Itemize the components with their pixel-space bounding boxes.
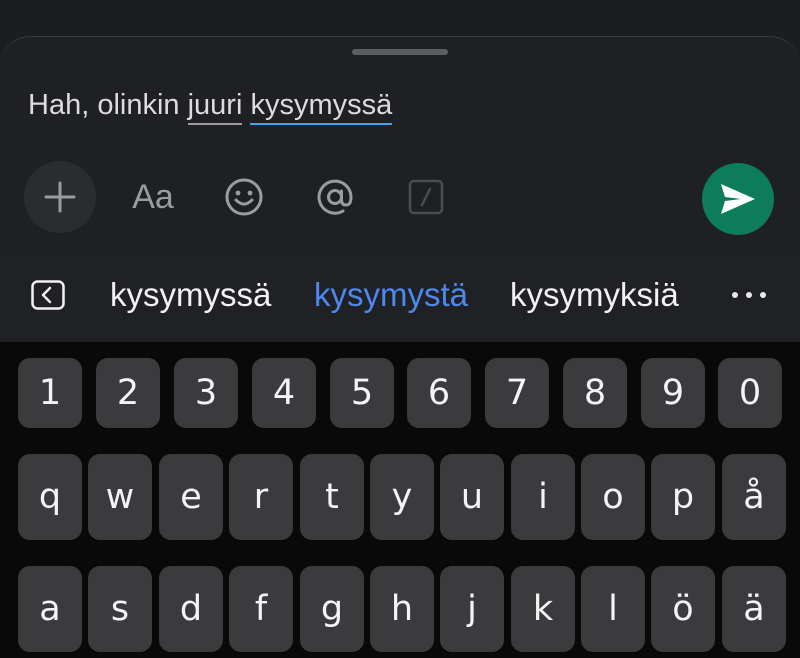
key-h[interactable]: h [370,566,434,652]
key-w[interactable]: w [88,454,152,540]
key-7[interactable]: 7 [485,358,549,428]
mention-button[interactable] [312,175,358,219]
smiley-icon [225,178,263,216]
at-icon [317,179,353,215]
drag-handle[interactable] [352,49,448,55]
key-2[interactable]: 2 [96,358,160,428]
key-u[interactable]: u [440,454,504,540]
message-input[interactable]: Hah, olinkin juuri kysymyssä [28,89,393,125]
key-e[interactable]: e [159,454,223,540]
key-8[interactable]: 8 [563,358,627,428]
key-3[interactable]: 3 [174,358,238,428]
emoji-button[interactable] [222,175,266,219]
key-s[interactable]: s [88,566,152,652]
composer-toolbar: Aa [0,161,800,237]
key-j[interactable]: j [440,566,504,652]
message-composer: Hah, olinkin juuri kysymyssä Aa [0,36,800,250]
send-arrow-icon [721,184,755,214]
more-suggestions-button[interactable] [732,280,772,310]
key-l[interactable]: l [581,566,645,652]
key-t[interactable]: t [300,454,364,540]
key-4[interactable]: 4 [252,358,316,428]
message-word: olinkin [97,89,180,121]
key-r[interactable]: r [229,454,293,540]
message-word-composing: kysymyssä [250,89,393,125]
key-f[interactable]: f [229,566,293,652]
key-0[interactable]: 0 [718,358,782,428]
key-g[interactable]: g [300,566,364,652]
format-label: Aa [132,177,174,216]
message-word-underlined: juuri [187,89,243,125]
slash-command-button[interactable] [408,179,444,215]
key-k[interactable]: k [511,566,575,652]
format-text-button[interactable]: Aa [128,175,178,219]
key-a-ring[interactable]: å [722,454,786,540]
more-dots-icon [732,292,766,298]
suggestion-bar: kysymyssä kysymystä kysymyksiä [0,250,800,342]
key-q[interactable]: q [18,454,82,540]
add-attachment-button[interactable] [24,161,96,233]
key-5[interactable]: 5 [330,358,394,428]
key-6[interactable]: 6 [407,358,471,428]
key-p[interactable]: p [651,454,715,540]
key-i[interactable]: i [511,454,575,540]
key-d[interactable]: d [159,566,223,652]
chevron-left-icon [31,280,65,310]
suggestion-item[interactable]: kysymyssä [110,276,271,314]
send-button[interactable] [702,163,774,235]
slash-command-icon [408,179,444,215]
suggestion-item-highlighted[interactable]: kysymystä [314,276,468,314]
message-word: Hah, [28,89,90,121]
key-a-umlaut[interactable]: ä [722,566,786,652]
key-9[interactable]: 9 [641,358,705,428]
key-a[interactable]: a [18,566,82,652]
keyboard: 1 2 3 4 5 6 7 8 9 0 q w e r t y u i o p … [0,342,800,658]
plus-icon [44,181,76,213]
key-y[interactable]: y [370,454,434,540]
key-o-umlaut[interactable]: ö [651,566,715,652]
key-o[interactable]: o [581,454,645,540]
suggestion-item[interactable]: kysymyksiä [510,276,679,314]
collapse-toolbar-button[interactable] [31,280,65,310]
key-1[interactable]: 1 [18,358,82,428]
